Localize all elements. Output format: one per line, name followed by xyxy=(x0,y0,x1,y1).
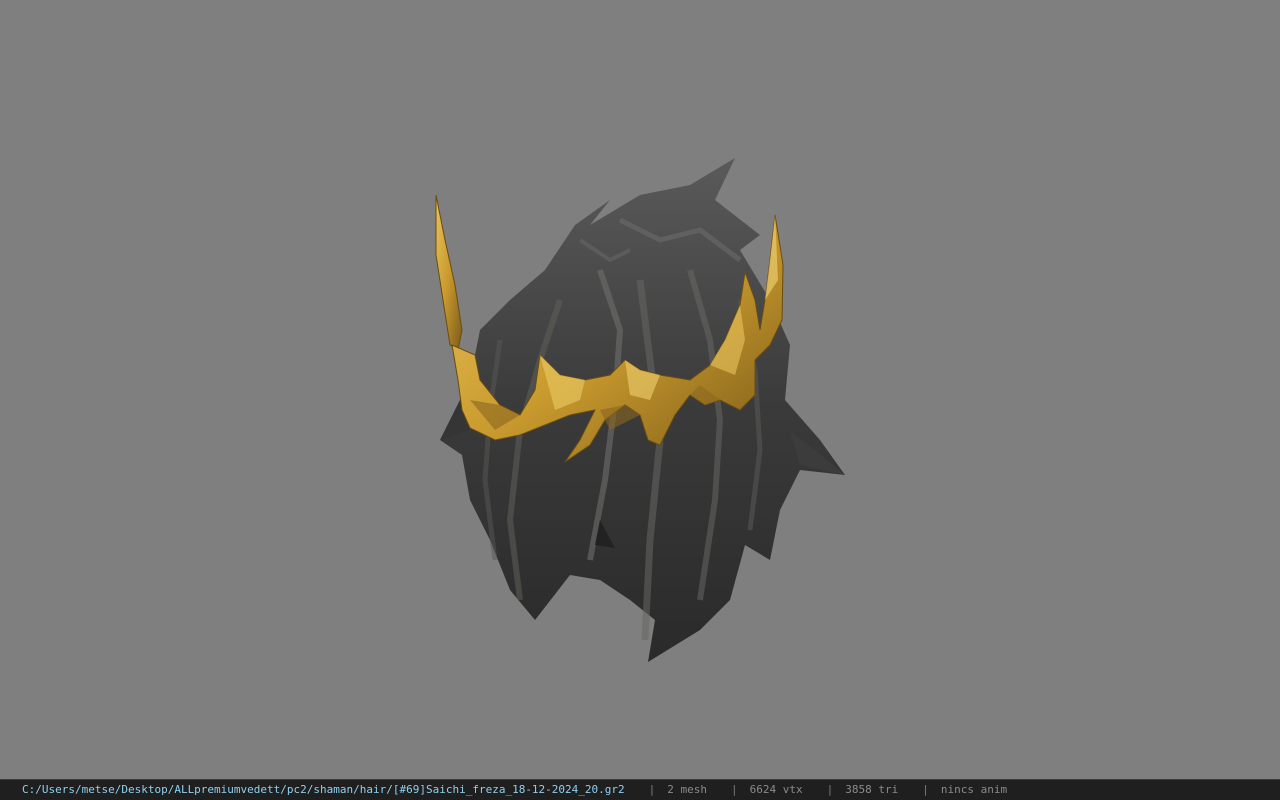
triangle-count-label: 3858 tri xyxy=(845,783,899,796)
separator: | xyxy=(826,783,834,796)
hair-model-render[interactable] xyxy=(0,0,1280,779)
mesh-count-label: 2 mesh xyxy=(667,783,708,796)
separator: | xyxy=(922,783,929,796)
status-bar: C:/Users/metse/Desktop/ALLpremiumvedett/… xyxy=(0,779,1280,800)
separator: | xyxy=(731,783,738,796)
file-path-label: C:/Users/metse/Desktop/ALLpremiumvedett/… xyxy=(22,783,625,796)
animation-status-label: nincs anim xyxy=(940,783,1008,796)
separator: | xyxy=(648,783,656,796)
3d-viewport[interactable] xyxy=(0,0,1280,779)
vertex-count-label: 6624 vtx xyxy=(749,783,803,796)
